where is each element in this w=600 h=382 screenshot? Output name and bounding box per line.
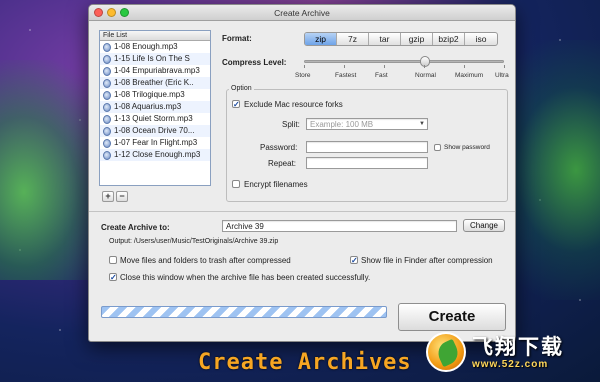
create-button[interactable]: Create — [398, 303, 506, 331]
audio-file-icon — [103, 102, 111, 112]
file-name: 1-12 Close Enough.mp3 — [114, 150, 201, 159]
audio-file-icon — [103, 138, 111, 148]
file-list-item[interactable]: 1-13 Quiet Storm.mp3 — [100, 113, 210, 125]
brand-name: 飞翔下载 — [472, 334, 564, 359]
create-archive-window: Create Archive File List 1-08 Enough.mp3… — [88, 4, 516, 342]
option-group-title: Option — [229, 85, 254, 92]
close-window-button[interactable] — [94, 8, 103, 17]
password-field[interactable] — [306, 141, 428, 153]
split-label: Split: — [282, 120, 300, 129]
show-password-checkbox[interactable] — [434, 144, 441, 151]
file-list-item[interactable]: 1-04 Empuriabrava.mp3 — [100, 65, 210, 77]
file-list-item[interactable]: 1-15 Life Is On The S — [100, 53, 210, 65]
section-divider — [89, 211, 515, 212]
compress-level-tick — [384, 65, 385, 68]
audio-file-icon — [103, 150, 111, 160]
format-option-gzip[interactable]: gzip — [401, 33, 433, 45]
file-list-item[interactable]: 1-08 Enough.mp3 — [100, 41, 210, 53]
title-bar: Create Archive — [89, 5, 515, 21]
file-name: 1-08 Trilogique.mp3 — [114, 90, 185, 99]
file-name: 1-04 Empuriabrava.mp3 — [114, 66, 200, 75]
window-controls — [94, 8, 129, 17]
format-segmented-control: zip 7z tar gzip bzip2 iso — [304, 32, 498, 46]
compress-level-label-item: Fast — [375, 72, 388, 79]
file-name: 1-07 Fear In Flight.mp3 — [114, 138, 198, 147]
add-file-button[interactable]: + — [102, 191, 114, 202]
file-list-item[interactable]: 1-08 Breather (Eric K.. — [100, 77, 210, 89]
compress-level-label-item: Fastest — [335, 72, 357, 79]
audio-file-icon — [103, 78, 111, 88]
exclude-forks-label: Exclude Mac resource forks — [244, 100, 343, 109]
create-archive-to-label: Create Archive to: — [101, 223, 170, 232]
audio-file-icon — [103, 54, 111, 64]
compress-level-tick — [424, 65, 425, 68]
close-window-checkbox[interactable]: ✓ — [109, 273, 117, 282]
move-to-trash-label: Move files and folders to trash after co… — [120, 256, 291, 265]
file-list-item[interactable]: 1-08 Aquarius.mp3 — [100, 101, 210, 113]
repeat-label: Repeat: — [268, 159, 297, 168]
audio-file-icon — [103, 126, 111, 136]
compress-level-ticks — [304, 65, 505, 69]
file-list-header[interactable]: File List — [100, 31, 210, 41]
format-label: Format: — [222, 34, 252, 43]
brand-logo-icon — [426, 332, 466, 372]
password-label: Password: — [260, 143, 298, 152]
zoom-window-button[interactable] — [120, 8, 129, 17]
caption-title: Create Archives — [198, 350, 412, 375]
file-name: 1-08 Ocean Drive 70... — [114, 126, 195, 135]
file-name: 1-13 Quiet Storm.mp3 — [114, 114, 193, 123]
audio-file-icon — [103, 114, 111, 124]
audio-file-icon — [103, 42, 111, 52]
remove-file-button[interactable]: − — [116, 191, 128, 202]
compress-level-label-item: Store — [295, 72, 311, 79]
compress-level-label-item: Normal — [415, 72, 436, 79]
repeat-password-field[interactable] — [306, 157, 428, 169]
file-list-item[interactable]: 1-08 Trilogique.mp3 — [100, 89, 210, 101]
format-option-bzip2[interactable]: bzip2 — [433, 33, 465, 45]
chevron-down-icon: ▼ — [419, 121, 425, 127]
format-option-zip[interactable]: zip — [305, 33, 337, 45]
file-list[interactable]: File List 1-08 Enough.mp3 1-15 Life Is On… — [99, 30, 211, 186]
show-in-finder-checkbox[interactable]: ✓ — [350, 256, 358, 265]
exclude-forks-checkbox[interactable]: ✓ — [232, 100, 240, 109]
file-list-rows: 1-08 Enough.mp3 1-15 Life Is On The S 1-04… — [100, 41, 210, 161]
move-to-trash-checkbox[interactable] — [109, 256, 117, 264]
brand-watermark: 飞翔下载 www.52z.com — [426, 328, 596, 376]
file-list-item[interactable]: 1-08 Ocean Drive 70... — [100, 125, 210, 137]
compress-level-tick — [464, 65, 465, 68]
compress-level-slider[interactable] — [304, 56, 504, 67]
window-title: Create Archive — [274, 8, 330, 18]
compress-level-label-item: Maximum — [455, 72, 484, 79]
file-list-buttons: + − — [102, 191, 128, 202]
encrypt-filenames-label: Encrypt filenames — [244, 180, 308, 189]
show-password-label: Show password — [444, 144, 490, 151]
file-name: 1-08 Aquarius.mp3 — [114, 102, 182, 111]
output-path: Output: /Users/user/Music/TestOriginals/… — [109, 238, 279, 245]
archive-name-field[interactable]: Archive 39 — [222, 220, 457, 232]
audio-file-icon — [103, 90, 111, 100]
progress-bar — [101, 306, 387, 318]
compress-level-label: Compress Level: — [222, 58, 287, 67]
compress-level-tick — [344, 65, 345, 68]
audio-file-icon — [103, 66, 111, 76]
file-name: 1-15 Life Is On The S — [114, 54, 190, 63]
change-button[interactable]: Change — [463, 219, 505, 232]
format-option-tar[interactable]: tar — [369, 33, 401, 45]
close-window-label: Close this window when the archive file … — [120, 273, 371, 282]
split-select-value: Example: 100 MB — [310, 120, 374, 129]
minimize-window-button[interactable] — [107, 8, 116, 17]
brand-url: www.52z.com — [472, 358, 549, 370]
file-name: 1-08 Breather (Eric K.. — [114, 78, 194, 87]
file-name: 1-08 Enough.mp3 — [114, 42, 178, 51]
format-option-7z[interactable]: 7z — [337, 33, 369, 45]
split-select[interactable]: Example: 100 MB ▼ — [306, 118, 428, 130]
compress-level-tick — [304, 65, 305, 68]
format-option-iso[interactable]: iso — [465, 33, 497, 45]
file-list-item[interactable]: 1-07 Fear In Flight.mp3 — [100, 137, 210, 149]
encrypt-filenames-checkbox[interactable] — [232, 180, 240, 188]
show-in-finder-label: Show file in Finder after compression — [361, 256, 493, 265]
compress-level-tick — [504, 65, 505, 68]
compress-level-label-item: Ultra — [495, 72, 509, 79]
file-list-item[interactable]: 1-12 Close Enough.mp3 — [100, 149, 210, 161]
